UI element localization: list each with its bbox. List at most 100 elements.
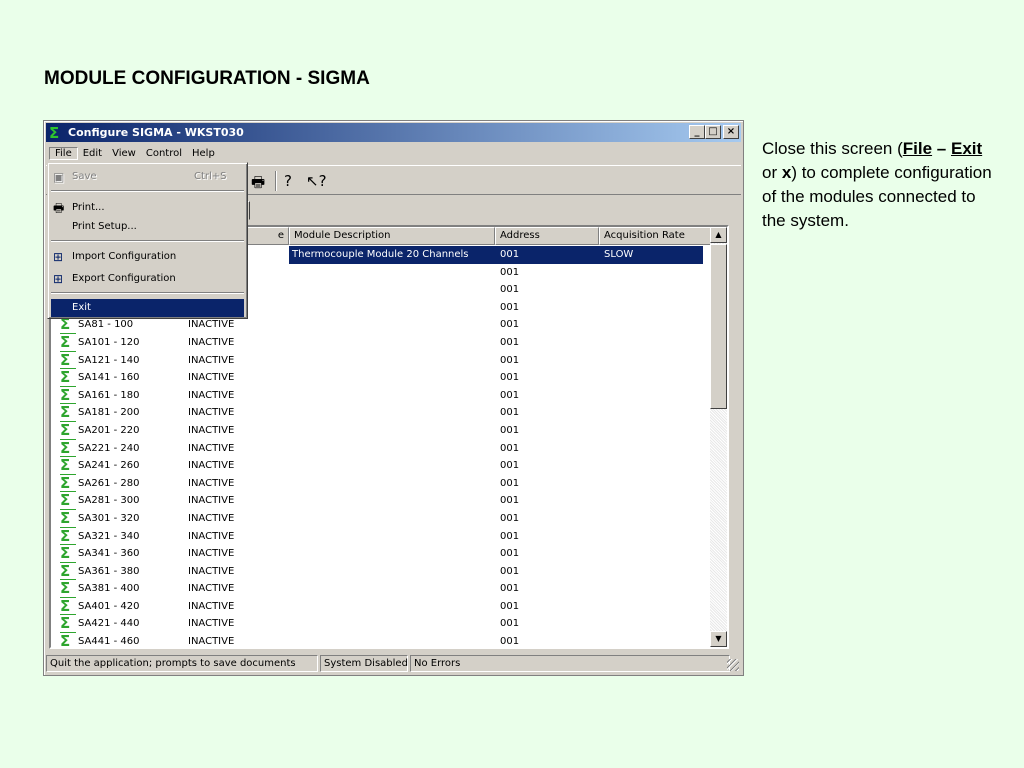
- table-row[interactable]: Σ SA201 - 220 INACTIVE 001: [51, 422, 711, 440]
- table-row[interactable]: Σ SA241 - 260 INACTIVE 001: [51, 457, 711, 475]
- module-address: 001: [500, 442, 520, 454]
- table-row[interactable]: Σ SA221 - 240 INACTIVE 001: [51, 440, 711, 458]
- sigma-module-icon: Σ: [60, 457, 76, 475]
- status-system: System Disabled: [320, 654, 408, 672]
- module-state: INACTIVE: [188, 354, 235, 366]
- toolbar-separator: [275, 171, 277, 191]
- maximize-button[interactable]: □: [705, 125, 721, 139]
- table-row[interactable]: Σ SA81 - 100 INACTIVE 001: [51, 316, 711, 334]
- table-row[interactable]: Σ SA141 - 160 INACTIVE 001: [51, 369, 711, 387]
- column-header-rate[interactable]: Acquisition Rate: [599, 227, 713, 245]
- menu-item-export-configuration[interactable]: ⊞ Export Configuration: [51, 270, 244, 288]
- sigma-module-icon: Σ: [60, 316, 76, 334]
- menu-item-save[interactable]: ▣ Save Ctrl+S: [51, 168, 244, 186]
- table-row[interactable]: Σ SA181 - 200 INACTIVE 001: [51, 404, 711, 422]
- close-button[interactable]: ×: [723, 125, 739, 139]
- module-state: INACTIVE: [188, 495, 235, 507]
- module-name: SA281 - 300: [78, 495, 140, 507]
- module-address: 001: [500, 636, 520, 648]
- floppy-icon: ▣: [53, 170, 65, 184]
- menu-edit[interactable]: Edit: [78, 148, 107, 159]
- table-row[interactable]: Σ SA401 - 420 INACTIVE 001: [51, 598, 711, 616]
- module-address: 001: [500, 495, 520, 507]
- module-address: 001: [500, 600, 520, 612]
- module-address: 001: [500, 336, 520, 348]
- table-row[interactable]: Σ SA341 - 360 INACTIVE 001: [51, 545, 711, 563]
- module-description: [289, 510, 495, 528]
- module-address: 001: [500, 477, 520, 489]
- module-name: SA301 - 320: [78, 512, 140, 524]
- table-row[interactable]: Σ SA381 - 400 INACTIVE 001: [51, 580, 711, 598]
- module-state: INACTIVE: [188, 424, 235, 436]
- column-header-address[interactable]: Address: [495, 227, 599, 245]
- module-address: 001: [500, 460, 520, 472]
- table-row[interactable]: Σ SA301 - 320 INACTIVE 001: [51, 510, 711, 528]
- module-acquisition-rate: [599, 492, 703, 510]
- module-acquisition-rate: [599, 475, 703, 493]
- module-name: SA401 - 420: [78, 600, 140, 612]
- module-state: INACTIVE: [188, 336, 235, 348]
- minimize-button[interactable]: _: [689, 125, 705, 139]
- module-description: [289, 440, 495, 458]
- menu-item-import-configuration[interactable]: ⊞ Import Configuration: [51, 248, 244, 266]
- table-row[interactable]: Σ SA321 - 340 INACTIVE 001: [51, 528, 711, 546]
- sigma-module-icon: Σ: [60, 528, 76, 546]
- scroll-down-icon[interactable]: ▼: [710, 631, 727, 647]
- resize-grip-icon[interactable]: [727, 659, 739, 671]
- instruction-text: Close this screen (File – Exit or x) to …: [762, 139, 992, 230]
- module-description: [289, 299, 495, 317]
- module-description: [289, 563, 495, 581]
- sigma-module-icon: Σ: [60, 334, 76, 352]
- menu-control[interactable]: Control: [141, 148, 187, 159]
- module-name: SA261 - 280: [78, 477, 140, 489]
- module-description: [289, 422, 495, 440]
- table-row[interactable]: Σ SA281 - 300 INACTIVE 001: [51, 492, 711, 510]
- sigma-module-icon: Σ: [60, 352, 76, 370]
- module-description: [289, 352, 495, 370]
- module-address: 001: [500, 583, 520, 595]
- menu-help[interactable]: Help: [187, 148, 220, 159]
- module-address: 001: [500, 301, 520, 313]
- menu-item-exit[interactable]: Exit: [51, 299, 244, 317]
- module-acquisition-rate: [599, 264, 703, 282]
- module-description: [289, 334, 495, 352]
- help-question-icon[interactable]: ?: [284, 172, 292, 190]
- menu-file[interactable]: File: [49, 146, 78, 160]
- sigma-module-icon: Σ: [60, 545, 76, 563]
- module-description: [289, 598, 495, 616]
- window-titlebar[interactable]: Σ Configure SIGMA - WKST030 _ □ ×: [46, 123, 741, 142]
- menu-item-print-setup[interactable]: Print Setup...: [51, 218, 244, 236]
- file-menu-dropdown: ▣ Save Ctrl+S 🖶 Print... Print Setup... …: [47, 162, 248, 319]
- table-row[interactable]: Σ SA261 - 280 INACTIVE 001: [51, 475, 711, 493]
- module-name: SA81 - 100: [78, 319, 134, 331]
- window-title: Configure SIGMA - WKST030: [68, 126, 244, 139]
- vertical-scrollbar[interactable]: ▲ ▼: [710, 227, 727, 647]
- module-address: 001: [500, 530, 520, 542]
- menu-view[interactable]: View: [107, 148, 141, 159]
- module-name: SA101 - 120: [78, 336, 140, 348]
- table-row[interactable]: Σ SA361 - 380 INACTIVE 001: [51, 563, 711, 581]
- context-help-icon[interactable]: ↖?: [306, 172, 327, 190]
- sigma-module-icon: Σ: [60, 580, 76, 598]
- scroll-thumb[interactable]: [710, 244, 727, 409]
- module-description: [289, 475, 495, 493]
- table-row[interactable]: Σ SA161 - 180 INACTIVE 001: [51, 387, 711, 405]
- table-row[interactable]: Σ SA441 - 460 INACTIVE 001: [51, 633, 711, 648]
- column-header-description[interactable]: Module Description: [289, 227, 495, 245]
- module-address: 001: [500, 319, 520, 331]
- table-row[interactable]: Σ SA121 - 140 INACTIVE 001: [51, 352, 711, 370]
- module-address: 001: [500, 512, 520, 524]
- table-row[interactable]: Σ SA421 - 440 INACTIVE 001: [51, 615, 711, 634]
- table-row[interactable]: Σ SA101 - 120 INACTIVE 001: [51, 334, 711, 352]
- scroll-up-icon[interactable]: ▲: [710, 227, 727, 243]
- module-description: [289, 615, 495, 633]
- module-acquisition-rate: [599, 281, 703, 299]
- print-toolbar-icon[interactable]: 🖶: [251, 172, 265, 197]
- module-acquisition-rate: [599, 352, 703, 370]
- module-state: INACTIVE: [188, 319, 235, 331]
- menu-item-print[interactable]: 🖶 Print...: [51, 199, 244, 217]
- module-acquisition-rate: [599, 545, 703, 563]
- module-state: INACTIVE: [188, 530, 235, 542]
- module-name: SA381 - 400: [78, 583, 140, 595]
- module-name: SA241 - 260: [78, 460, 140, 472]
